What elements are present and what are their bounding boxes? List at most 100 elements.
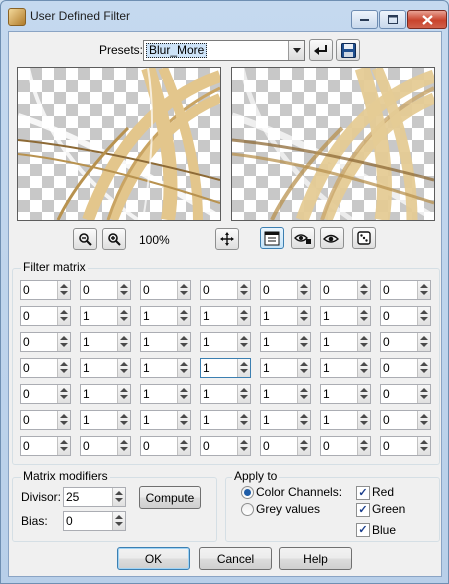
save-preset-button[interactable] bbox=[336, 39, 360, 61]
matrix-cell-arrows[interactable] bbox=[297, 437, 310, 455]
matrix-cell-arrows[interactable] bbox=[417, 333, 430, 351]
matrix-cell[interactable]: 0 bbox=[380, 436, 431, 456]
matrix-cell-arrows[interactable] bbox=[297, 359, 310, 377]
matrix-cell[interactable]: 0 bbox=[20, 358, 71, 378]
matrix-cell-arrows[interactable] bbox=[357, 385, 370, 403]
divisor-arrows[interactable] bbox=[112, 488, 125, 506]
zoom-in-button[interactable] bbox=[102, 228, 126, 250]
matrix-cell-arrows[interactable] bbox=[417, 281, 430, 299]
matrix-cell-arrows[interactable] bbox=[297, 281, 310, 299]
matrix-cell[interactable]: 0 bbox=[140, 436, 191, 456]
grey-values-radio[interactable] bbox=[241, 503, 254, 516]
matrix-cell[interactable]: 0 bbox=[140, 280, 191, 300]
matrix-cell[interactable]: 1 bbox=[320, 384, 371, 404]
matrix-cell[interactable]: 1 bbox=[260, 358, 311, 378]
matrix-cell-arrows[interactable] bbox=[57, 359, 70, 377]
matrix-cell-arrows[interactable] bbox=[237, 359, 250, 377]
matrix-cell[interactable]: 0 bbox=[200, 436, 251, 456]
matrix-cell-arrows[interactable] bbox=[57, 307, 70, 325]
matrix-cell-arrows[interactable] bbox=[57, 411, 70, 429]
matrix-cell-arrows[interactable] bbox=[117, 385, 130, 403]
matrix-cell-arrows[interactable] bbox=[237, 307, 250, 325]
matrix-cell-arrows[interactable] bbox=[177, 333, 190, 351]
matrix-cell-arrows[interactable] bbox=[297, 385, 310, 403]
matrix-cell[interactable]: 1 bbox=[260, 410, 311, 430]
matrix-cell-arrows[interactable] bbox=[117, 307, 130, 325]
matrix-cell-arrows[interactable] bbox=[297, 333, 310, 351]
matrix-cell[interactable]: 0 bbox=[200, 280, 251, 300]
compute-button[interactable]: Compute bbox=[139, 486, 201, 509]
matrix-cell-arrows[interactable] bbox=[357, 307, 370, 325]
matrix-cell-arrows[interactable] bbox=[57, 385, 70, 403]
matrix-cell[interactable]: 1 bbox=[320, 358, 371, 378]
pan-button[interactable] bbox=[215, 228, 239, 250]
matrix-cell[interactable]: 0 bbox=[20, 410, 71, 430]
before-preview[interactable] bbox=[17, 67, 221, 221]
matrix-cell-arrows[interactable] bbox=[357, 437, 370, 455]
matrix-cell-arrows[interactable] bbox=[177, 385, 190, 403]
matrix-cell[interactable]: 1 bbox=[140, 306, 191, 326]
matrix-cell-arrows[interactable] bbox=[57, 437, 70, 455]
matrix-cell[interactable]: 1 bbox=[200, 410, 251, 430]
matrix-cell-arrows[interactable] bbox=[117, 281, 130, 299]
matrix-cell[interactable]: 0 bbox=[20, 332, 71, 352]
cancel-button[interactable]: Cancel bbox=[199, 547, 272, 570]
matrix-cell[interactable]: 1 bbox=[260, 332, 311, 352]
matrix-cell-arrows[interactable] bbox=[297, 307, 310, 325]
after-preview[interactable] bbox=[231, 67, 435, 221]
matrix-cell[interactable]: 0 bbox=[80, 436, 131, 456]
preview-toggle-button[interactable] bbox=[260, 227, 284, 249]
reset-preset-button[interactable] bbox=[309, 39, 333, 61]
auto-proof-button[interactable] bbox=[320, 227, 344, 249]
blue-checkbox[interactable]: ✓ bbox=[356, 523, 370, 537]
matrix-cell[interactable]: 1 bbox=[320, 332, 371, 352]
matrix-cell[interactable]: 1 bbox=[80, 410, 131, 430]
randomize-button[interactable] bbox=[352, 227, 376, 249]
matrix-cell-arrows[interactable] bbox=[237, 385, 250, 403]
close-button[interactable] bbox=[407, 10, 447, 29]
proof-button[interactable] bbox=[291, 227, 315, 249]
matrix-cell-arrows[interactable] bbox=[117, 411, 130, 429]
matrix-cell[interactable]: 0 bbox=[20, 280, 71, 300]
matrix-cell-arrows[interactable] bbox=[177, 281, 190, 299]
matrix-cell[interactable]: 1 bbox=[140, 332, 191, 352]
matrix-cell-arrows[interactable] bbox=[177, 359, 190, 377]
matrix-cell[interactable]: 0 bbox=[20, 384, 71, 404]
matrix-cell[interactable]: 0 bbox=[380, 410, 431, 430]
matrix-cell-arrows[interactable] bbox=[357, 281, 370, 299]
matrix-cell[interactable]: 1 bbox=[80, 384, 131, 404]
matrix-cell-arrows[interactable] bbox=[297, 411, 310, 429]
matrix-cell-arrows[interactable] bbox=[177, 307, 190, 325]
matrix-cell[interactable]: 1 bbox=[140, 358, 191, 378]
matrix-cell-arrows[interactable] bbox=[177, 411, 190, 429]
zoom-out-button[interactable] bbox=[73, 228, 97, 250]
red-checkbox[interactable]: ✓ bbox=[356, 486, 370, 500]
matrix-cell[interactable]: 1 bbox=[200, 306, 251, 326]
matrix-cell-arrows[interactable] bbox=[57, 281, 70, 299]
matrix-cell[interactable]: 0 bbox=[80, 280, 131, 300]
matrix-cell[interactable]: 0 bbox=[20, 306, 71, 326]
matrix-cell[interactable]: 1 bbox=[140, 410, 191, 430]
matrix-cell[interactable]: 1 bbox=[200, 384, 251, 404]
bias-arrows[interactable] bbox=[112, 512, 125, 530]
presets-dropdown[interactable]: Blur_More bbox=[143, 40, 305, 61]
matrix-cell[interactable]: 1 bbox=[200, 332, 251, 352]
matrix-cell-arrows[interactable] bbox=[417, 307, 430, 325]
matrix-cell[interactable]: 1 bbox=[320, 410, 371, 430]
matrix-cell[interactable]: 0 bbox=[380, 280, 431, 300]
minimize-button[interactable] bbox=[351, 10, 378, 29]
matrix-cell-arrows[interactable] bbox=[57, 333, 70, 351]
matrix-cell-arrows[interactable] bbox=[177, 437, 190, 455]
matrix-cell-arrows[interactable] bbox=[357, 333, 370, 351]
green-checkbox[interactable]: ✓ bbox=[356, 503, 370, 517]
matrix-cell-arrows[interactable] bbox=[357, 411, 370, 429]
divisor-spinner[interactable]: 25 bbox=[63, 487, 126, 507]
matrix-cell[interactable]: 0 bbox=[380, 358, 431, 378]
matrix-cell[interactable]: 0 bbox=[380, 306, 431, 326]
matrix-cell-arrows[interactable] bbox=[417, 359, 430, 377]
title-bar[interactable]: User Defined Filter bbox=[1, 1, 448, 31]
matrix-cell-arrows[interactable] bbox=[117, 437, 130, 455]
chevron-down-icon[interactable] bbox=[288, 41, 304, 60]
matrix-cell[interactable]: 0 bbox=[320, 436, 371, 456]
matrix-cell-arrows[interactable] bbox=[117, 333, 130, 351]
